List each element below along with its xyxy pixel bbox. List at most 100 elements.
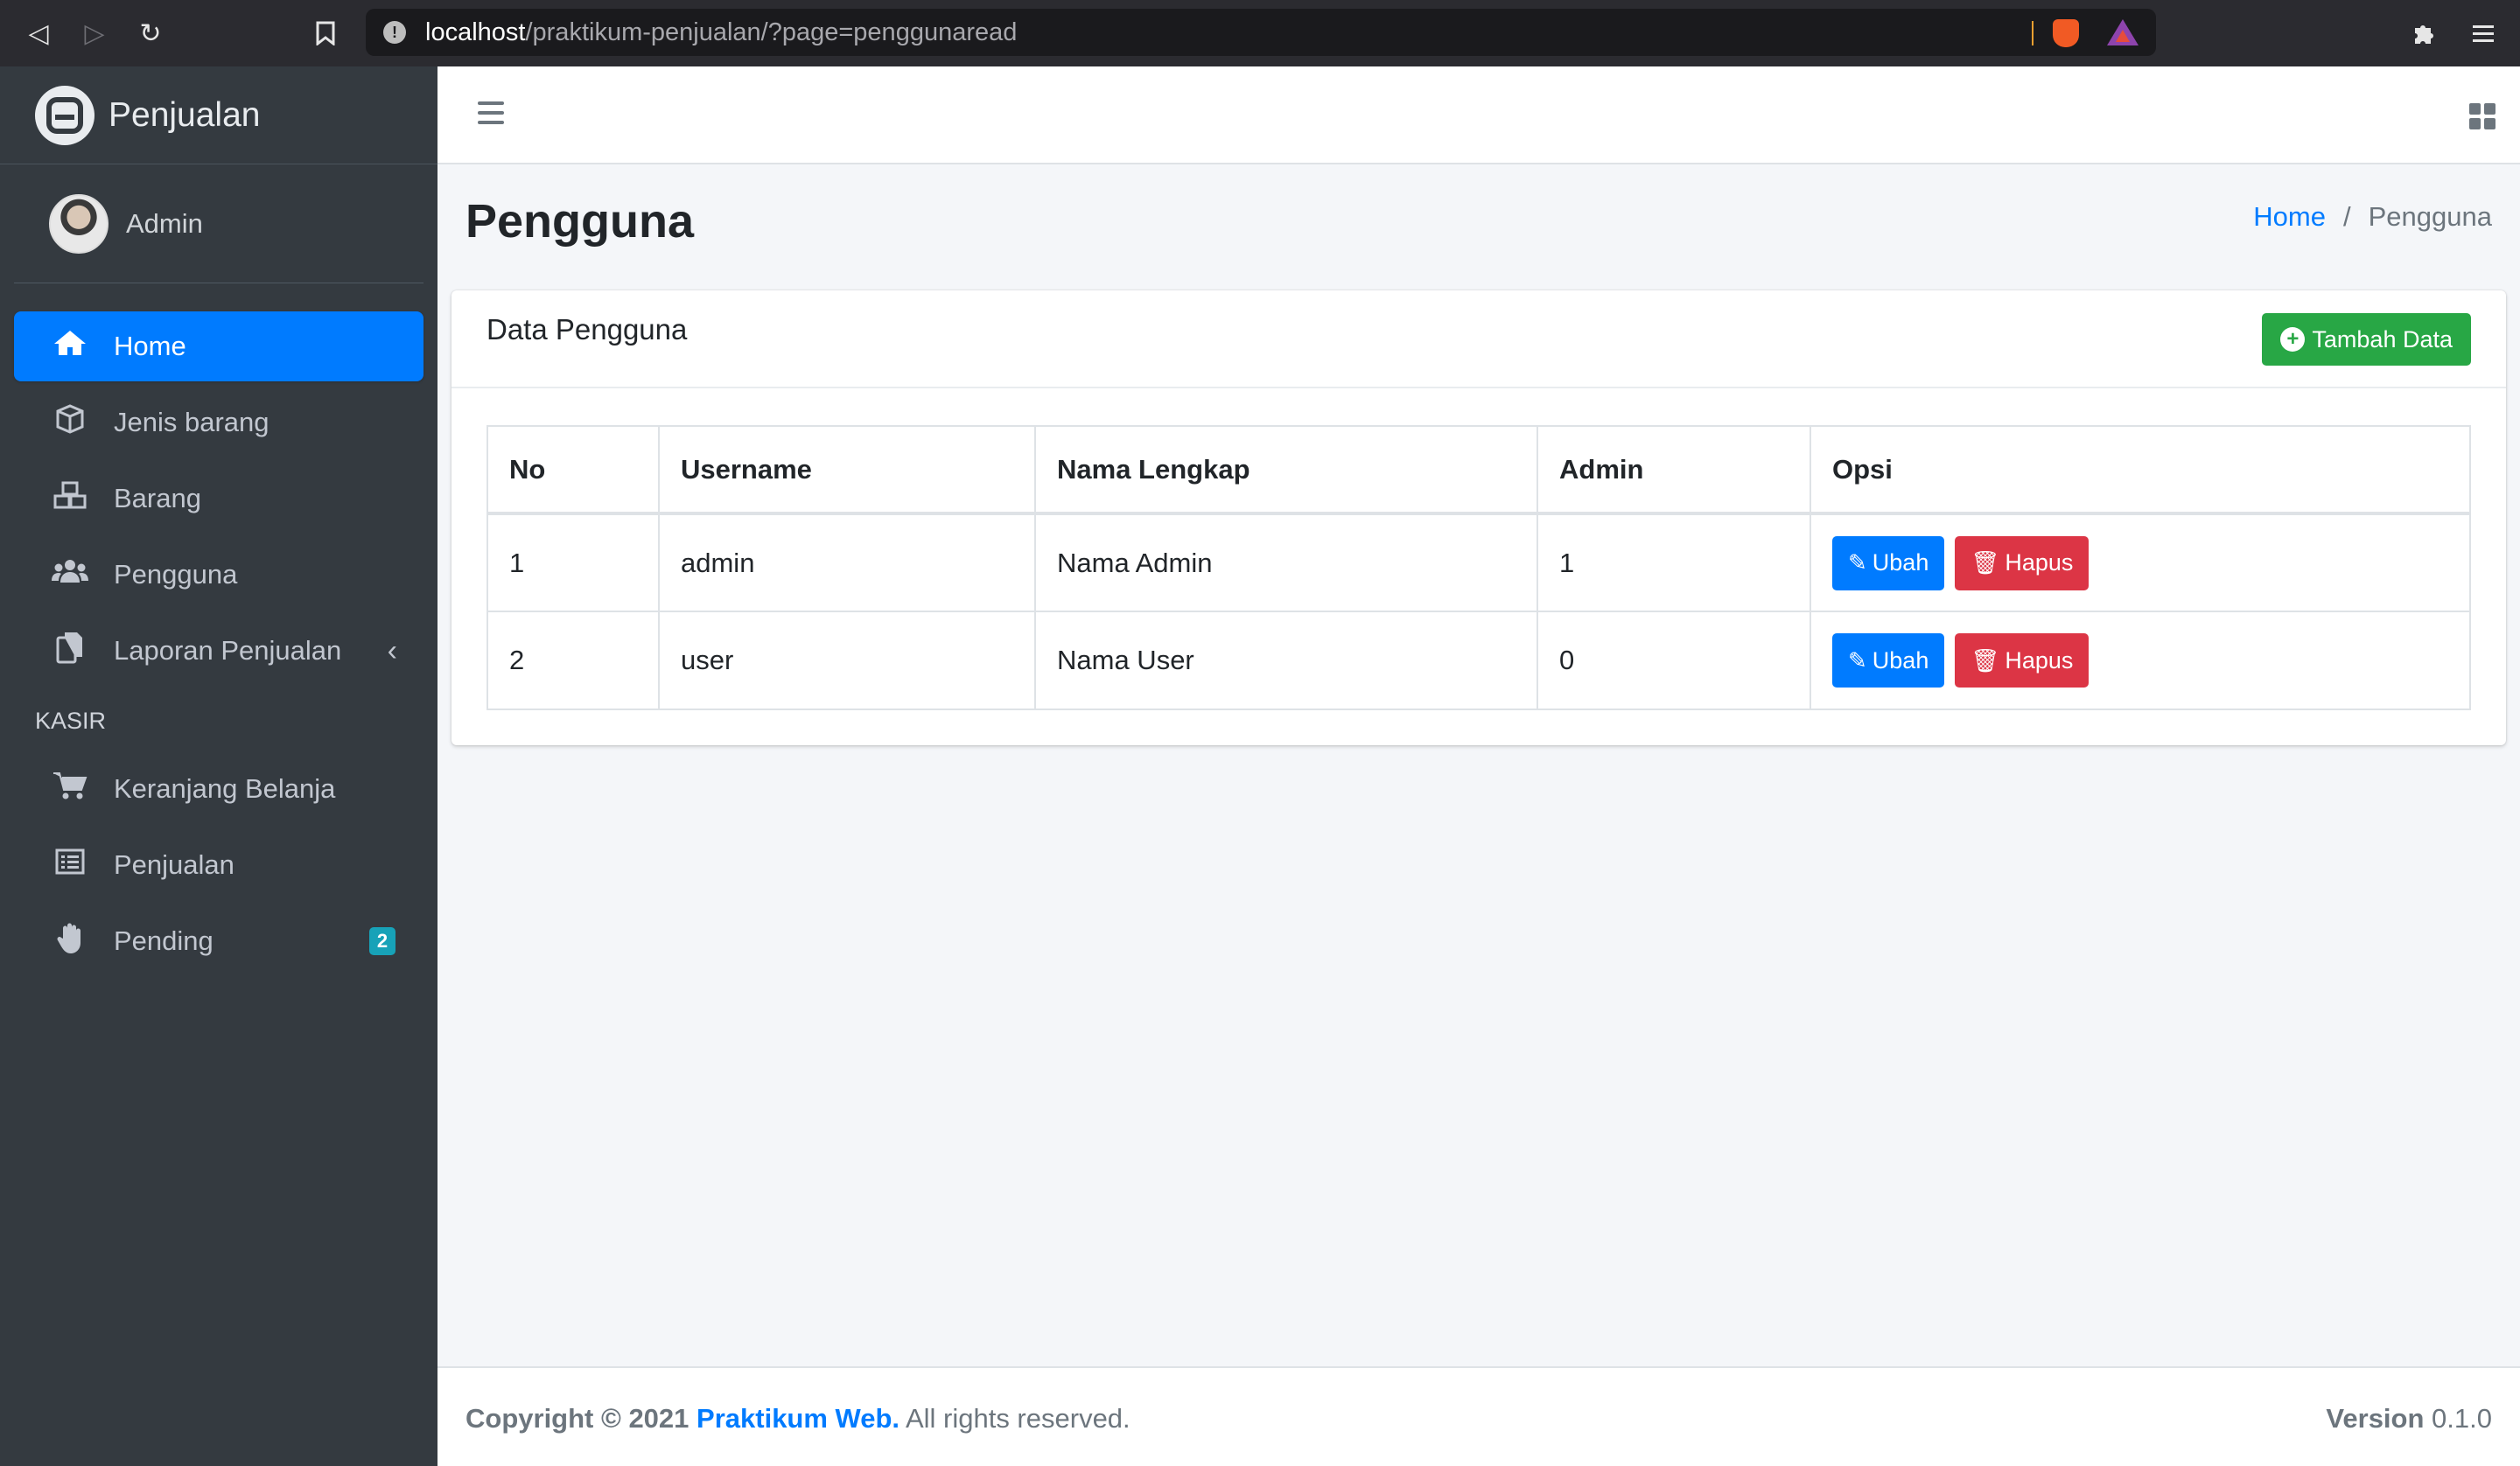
cell-opsi: ✎ Ubah 🗑 Hapus [1810, 611, 2471, 710]
brave-rewards-icon[interactable] [2107, 19, 2138, 45]
sidebar: Penjualan Admin Home Jenis barang Barang [0, 66, 438, 1466]
extensions-icon[interactable] [2406, 16, 2441, 51]
brand-logo-icon [35, 85, 94, 145]
cell-no: 2 [486, 611, 660, 710]
trash-icon: 🗑 [1970, 549, 2000, 576]
delete-label: Hapus [2005, 549, 2074, 576]
list-icon [49, 848, 91, 882]
add-data-button[interactable]: + Tambah Data [2262, 313, 2471, 366]
column-header-nama-lengkap: Nama Lengkap [1034, 425, 1538, 515]
copy-icon [49, 631, 91, 671]
breadcrumb: Home / Pengguna [2253, 201, 2492, 233]
menu-toggle-icon[interactable] [478, 101, 504, 130]
edit-icon: ✎ [1848, 549, 1867, 576]
version-number: 0.1.0 [2432, 1403, 2492, 1434]
column-header-opsi: Opsi [1810, 425, 2471, 515]
breadcrumb-current: Pengguna [2368, 201, 2492, 232]
user-panel[interactable]: Admin [14, 164, 424, 283]
plus-circle-icon: + [2280, 327, 2306, 352]
sidebar-item-label: Jenis barang [114, 407, 270, 437]
cell-username: user [658, 611, 1036, 710]
brave-shields-icon[interactable] [2053, 19, 2079, 47]
browser-toolbar: ◁ ▷ ↻ ! localhost/praktikum-penjualan/?p… [0, 0, 2520, 66]
pending-count-badge: 2 [369, 927, 396, 955]
brand-link[interactable]: Penjualan [0, 66, 438, 164]
trash-icon: 🗑 [1970, 646, 2000, 674]
cell-admin: 1 [1536, 513, 1811, 612]
edit-button[interactable]: ✎ Ubah [1832, 633, 1945, 688]
reload-icon[interactable]: ↻ [133, 16, 168, 51]
cell-nama: Nama User [1034, 611, 1538, 710]
card-title: Data Pengguna [486, 313, 688, 346]
sidebar-item-label: Keranjang Belanja [114, 773, 336, 804]
users-table: No Username Nama Lengkap Admin Opsi 1 ad… [486, 425, 2471, 710]
breadcrumb-home-link[interactable]: Home [2253, 201, 2326, 232]
table-row: 2 user Nama User 0 ✎ Ubah 🗑 Hapus [486, 611, 2471, 710]
sidebar-item-label: Home [114, 331, 186, 361]
column-header-username: Username [658, 425, 1036, 515]
cell-admin: 0 [1536, 611, 1811, 710]
column-header-admin: Admin [1536, 425, 1811, 515]
breadcrumb-separator: / [2343, 201, 2351, 232]
control-sidebar-icon[interactable] [2469, 103, 2496, 129]
sidebar-item-label: Penjualan [114, 849, 234, 880]
home-icon [49, 329, 91, 364]
page-title: Pengguna [466, 195, 695, 248]
cell-no: 1 [486, 513, 660, 612]
sidebar-item-keranjang-belanja[interactable]: Keranjang Belanja [14, 754, 424, 824]
sidebar-item-label: Laporan Penjualan [114, 635, 342, 666]
version-label: Version [2326, 1403, 2425, 1434]
copyright-text: Copyright © 2021 Praktikum Web. All righ… [466, 1403, 1130, 1435]
version-text: Version 0.1.0 [2326, 1403, 2492, 1435]
sidebar-item-barang[interactable]: Barang [14, 464, 424, 534]
edit-icon: ✎ [1848, 646, 1867, 674]
bookmark-icon[interactable] [308, 16, 343, 51]
forward-icon[interactable]: ▷ [77, 16, 112, 51]
address-bar[interactable]: ! localhost/praktikum-penjualan/?page=pe… [366, 9, 2156, 56]
sidebar-item-pengguna[interactable]: Pengguna [14, 540, 424, 610]
sidebar-item-jenis-barang[interactable]: Jenis barang [14, 387, 424, 457]
sidebar-item-pending[interactable]: Pending 2 [14, 906, 424, 976]
boxes-icon [49, 481, 91, 516]
sidebar-section-header: KASIR [35, 708, 107, 734]
sidebar-item-home[interactable]: Home [14, 311, 424, 381]
copyright-label: Copyright © 2021 [466, 1403, 690, 1434]
footer: Copyright © 2021 Praktikum Web. All righ… [438, 1366, 2520, 1466]
column-header-no: No [486, 425, 660, 515]
table-header-row: No Username Nama Lengkap Admin Opsi [486, 425, 2471, 515]
rights-text: All rights reserved. [905, 1403, 1130, 1434]
table-row: 1 admin Nama Admin 1 ✎ Ubah 🗑 Hapus [486, 513, 2471, 612]
sidebar-item-label: Pengguna [114, 559, 238, 590]
edit-label: Ubah [1872, 549, 1929, 576]
top-navbar [438, 66, 2520, 164]
users-icon [49, 558, 91, 591]
sidebar-item-penjualan[interactable]: Penjualan [14, 830, 424, 900]
delete-label: Hapus [2005, 646, 2074, 674]
data-pengguna-card: Data Pengguna + Tambah Data No Username … [452, 290, 2506, 745]
cart-icon [49, 771, 91, 807]
delete-button[interactable]: 🗑 Hapus [1955, 535, 2090, 590]
cell-opsi: ✎ Ubah 🗑 Hapus [1810, 513, 2471, 612]
sidebar-item-laporan-penjualan[interactable]: Laporan Penjualan ‹ [14, 616, 424, 686]
edit-label: Ubah [1872, 646, 1929, 674]
chevron-left-icon[interactable]: ‹ [388, 634, 397, 668]
delete-button[interactable]: 🗑 Hapus [1955, 633, 2090, 688]
url-host: localhost [425, 17, 526, 46]
user-name[interactable]: Admin [126, 208, 203, 240]
back-icon[interactable]: ◁ [21, 16, 56, 51]
box-icon [49, 404, 91, 441]
brand-text: Penjualan [108, 95, 261, 134]
hand-icon [49, 921, 91, 961]
browser-menu-icon[interactable] [2466, 16, 2501, 51]
sidebar-item-label: Pending [114, 925, 214, 956]
cell-username: admin [658, 513, 1036, 612]
site-info-icon[interactable]: ! [383, 21, 406, 44]
edit-button[interactable]: ✎ Ubah [1832, 535, 1945, 590]
add-data-label: Tambah Data [2312, 325, 2453, 353]
footer-brand-link[interactable]: Praktikum Web. [696, 1403, 900, 1434]
avatar [49, 193, 108, 254]
url-path: /praktikum-penjualan/?page=penggunaread [525, 17, 1018, 46]
sidebar-nav: Home Jenis barang Barang Pengguna Lapora… [0, 283, 438, 976]
cell-nama: Nama Admin [1034, 513, 1538, 612]
card-header: Data Pengguna + Tambah Data [452, 290, 2506, 388]
